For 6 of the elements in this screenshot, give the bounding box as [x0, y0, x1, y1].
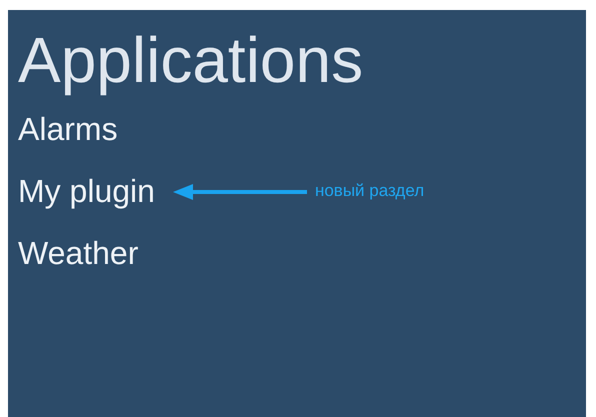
app-item[interactable]: Alarms [18, 110, 118, 148]
app-item[interactable]: Weather [18, 234, 138, 272]
arrow-icon [172, 184, 307, 200]
annotation-text: новый раздел [314, 180, 424, 202]
page-title: Applications [18, 24, 364, 96]
app-item[interactable]: My plugin [18, 172, 155, 210]
